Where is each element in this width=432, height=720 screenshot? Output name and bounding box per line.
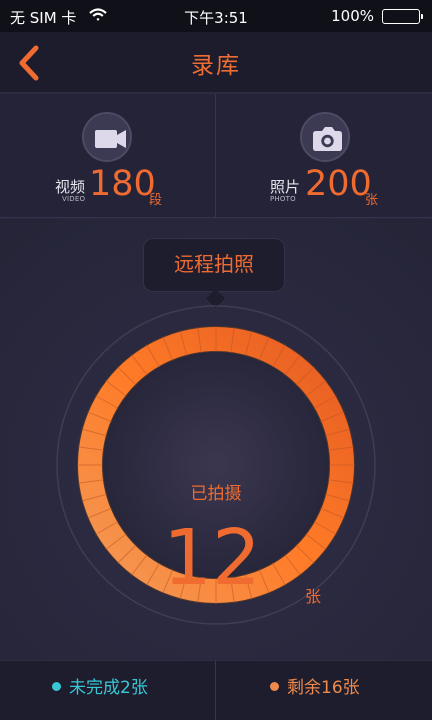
photo-label: 照片: [270, 178, 301, 196]
video-icon-circle: [82, 112, 132, 162]
page-title: 录库: [191, 53, 241, 79]
navigation-bar: 录库: [0, 32, 432, 94]
video-unit: 段: [149, 193, 163, 208]
captured-unit: 张: [305, 587, 322, 606]
remote-photo-button[interactable]: 远程拍照: [143, 238, 285, 292]
status-bar: 无 SIM 卡 下午3:51 100%: [0, 0, 432, 32]
photo-sublabel: PHOTO: [270, 195, 296, 203]
battery-percentage: 100%: [331, 7, 374, 25]
video-camera-icon: [95, 130, 126, 148]
photo-stat[interactable]: 照片 PHOTO 200 张: [216, 94, 431, 218]
video-label: 视频: [55, 178, 86, 196]
status-divider: [215, 661, 216, 720]
pending-text: 未完成2张: [69, 678, 148, 698]
battery-icon: [382, 9, 423, 24]
capture-status-bar: 未完成2张 剩余16张: [0, 660, 432, 720]
pending-status: 未完成2张: [52, 673, 148, 698]
remaining-text: 剩余16张: [287, 678, 360, 698]
remaining-status: 剩余16张: [270, 673, 360, 698]
photo-unit: 张: [365, 193, 379, 208]
pending-dot: [52, 682, 61, 691]
camera-icon: [313, 127, 342, 151]
video-sublabel: VIDEO: [62, 195, 86, 203]
media-stats: 视频 VIDEO 180 段 照片 PHOTO 200 张: [0, 94, 432, 218]
photo-icon-circle: [300, 112, 350, 162]
photo-count: 200: [305, 164, 372, 204]
video-count: 180: [89, 164, 156, 204]
capture-progress: 已拍摄 12 张: [40, 300, 392, 630]
video-stat[interactable]: 视频 VIDEO 180 段: [0, 94, 215, 218]
captured-label: 已拍摄: [190, 484, 242, 504]
remote-capture-panel: 远程拍照 已拍摄 12 张: [0, 219, 432, 660]
captured-count: 12: [163, 514, 261, 603]
remaining-dot: [270, 682, 279, 691]
